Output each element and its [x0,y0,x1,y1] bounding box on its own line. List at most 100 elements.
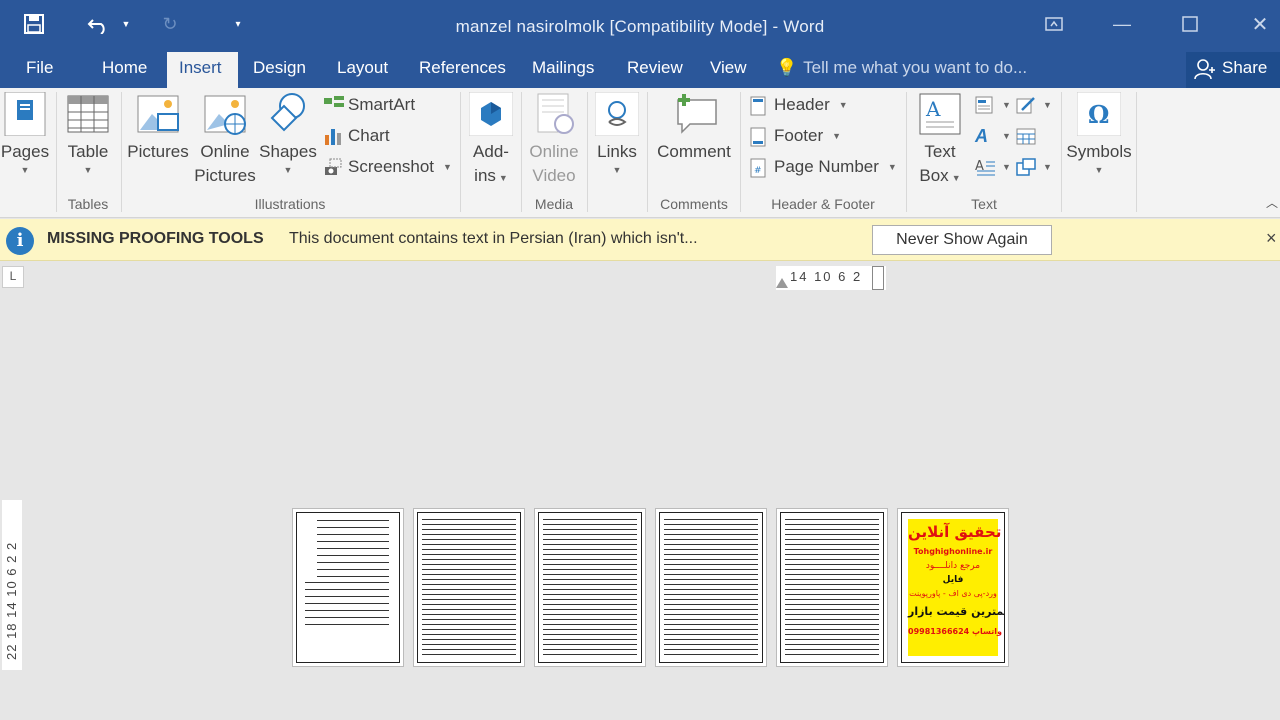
links-button[interactable]: Links ▼ [592,91,642,176]
group-divider [521,92,522,212]
tab-view[interactable]: View [698,52,759,88]
page-text-block [422,517,516,658]
close-icon[interactable]: ✕ [1238,8,1280,40]
object-button[interactable]: ▼ [1016,154,1052,180]
table-button[interactable]: Table ▼ [62,92,114,176]
page-border [780,512,884,663]
ad-line: ورد-پی دی اف - پاورپوینت [909,589,997,598]
date-time-button[interactable] [1016,123,1036,149]
page-number-label: Page Number [774,157,879,176]
screenshot-icon [324,158,342,176]
ad-line: مرجع دانلــــود [925,561,981,571]
document-page-3[interactable] [534,508,646,667]
tab-home[interactable]: Home [90,52,159,88]
page-text-block [664,517,758,658]
page-border [659,512,763,663]
signature-line-button[interactable]: ▼ [1016,92,1052,118]
pages-label: Pages [0,142,50,161]
chart-label: Chart [348,126,390,145]
screenshot-button[interactable]: Screenshot ▼ [324,154,452,180]
quick-parts-button[interactable]: ▼ [975,92,1011,118]
share-button[interactable]: Share [1186,52,1280,88]
horizontal-ruler-numbers: 14 10 6 2 [790,269,863,284]
pictures-label: Pictures [127,142,189,161]
ad-url: Tohghighonline.ir [913,547,993,556]
link-icon [594,91,640,137]
chevron-down-icon: ▼ [612,165,622,175]
minimize-icon[interactable]: — [1100,8,1144,40]
maximize-icon[interactable] [1168,8,1212,40]
vertical-ruler[interactable]: 22 18 14 10 6 2 2 [2,500,22,670]
document-page-5[interactable] [776,508,888,667]
online-video-button: Online Video [526,92,582,188]
document-page-2[interactable] [413,508,525,667]
tab-review[interactable]: Review [615,52,695,88]
pictures-button[interactable]: Pictures [126,92,190,164]
group-divider [56,92,57,212]
pictures-icon [136,92,180,136]
tab-design[interactable]: Design [241,52,318,88]
screenshot-label: Screenshot [348,157,434,176]
chevron-down-icon: ▼ [1043,162,1052,172]
document-page-6[interactable]: تحقیق آنلاین Tohghighonline.ir مرجع دانل… [897,508,1009,667]
comment-icon [672,92,717,136]
document-page-1[interactable] [292,508,404,667]
chevron-down-icon: ▼ [1002,100,1011,110]
lightbulb-icon: 💡 [776,58,798,77]
collapse-ribbon-icon[interactable]: ︿ [1266,194,1278,211]
never-show-again-button[interactable]: Never Show Again [872,225,1052,255]
chevron-down-icon: ▼ [1002,131,1011,141]
ribbon-tabs: File Home Insert Design Layout Reference… [0,52,1280,88]
addins-button[interactable]: Add- ins ▼ [466,91,516,190]
tab-selector[interactable]: L [2,266,24,288]
shapes-button[interactable]: Shapes ▼ [258,92,318,176]
text-box-label-1: Text [924,142,956,161]
tab-mailings[interactable]: Mailings [520,52,606,88]
svg-text:A: A [975,159,984,174]
smartart-icon [324,96,344,114]
info-icon: i [6,227,34,255]
ribbon-insert: Pages ▼ Table ▼ Tables Pictures Online P… [0,88,1280,218]
online-video-icon [532,92,576,136]
wordart-icon: A [975,126,988,146]
header-button[interactable]: Header ▼ [750,92,848,118]
document-page-4[interactable] [655,508,767,667]
indent-marker-right[interactable] [872,266,884,290]
ribbon-display-options-icon[interactable] [1032,8,1076,40]
wordart-button[interactable]: A ▼ [975,123,1011,149]
message-bar: i MISSING PROOFING TOOLS This document c… [0,219,1280,261]
symbols-label: Symbols [1066,142,1132,161]
addins-label-2: ins [474,166,496,185]
object-icon [1016,158,1036,176]
indent-marker-left[interactable] [776,278,788,288]
tab-references[interactable]: References [407,52,518,88]
chevron-down-icon: ▼ [498,173,508,183]
close-icon[interactable]: × [1266,228,1277,249]
page-number-button[interactable]: # Page Number ▼ [750,154,897,180]
comment-label: Comment [657,142,731,161]
page-border [538,512,642,663]
group-divider [647,92,648,212]
horizontal-ruler[interactable]: 14 10 6 2 [776,266,886,290]
drop-cap-button[interactable]: A ▼ [975,154,1011,180]
page-text-block [785,517,879,658]
smartart-button[interactable]: SmartArt [324,92,415,118]
footer-label: Footer [774,126,824,145]
tab-file[interactable]: File [14,52,65,88]
tab-layout[interactable]: Layout [325,52,400,88]
text-box-label-2: Box [919,166,949,185]
chevron-down-icon: ▼ [83,165,93,175]
tell-me-search[interactable]: 💡 Tell me what you want to do... [776,52,1027,88]
advertisement-image: تحقیق آنلاین Tohghighonline.ir مرجع دانل… [908,519,1004,656]
header-label: Header [774,95,830,114]
tab-insert[interactable]: Insert [167,52,238,88]
pages-button[interactable]: Pages ▼ [0,91,50,176]
footer-button[interactable]: Footer ▼ [750,123,841,149]
comment-button[interactable]: Comment [652,92,736,164]
symbols-button[interactable]: Ω Symbols ▼ [1064,91,1134,176]
ad-title: تحقیق آنلاین [908,523,1002,541]
chart-button[interactable]: Chart [324,123,390,149]
text-box-button[interactable]: A Text Box ▼ [912,92,968,190]
online-pictures-button[interactable]: Online Pictures [194,92,256,188]
group-label-comments: Comments [660,196,728,212]
